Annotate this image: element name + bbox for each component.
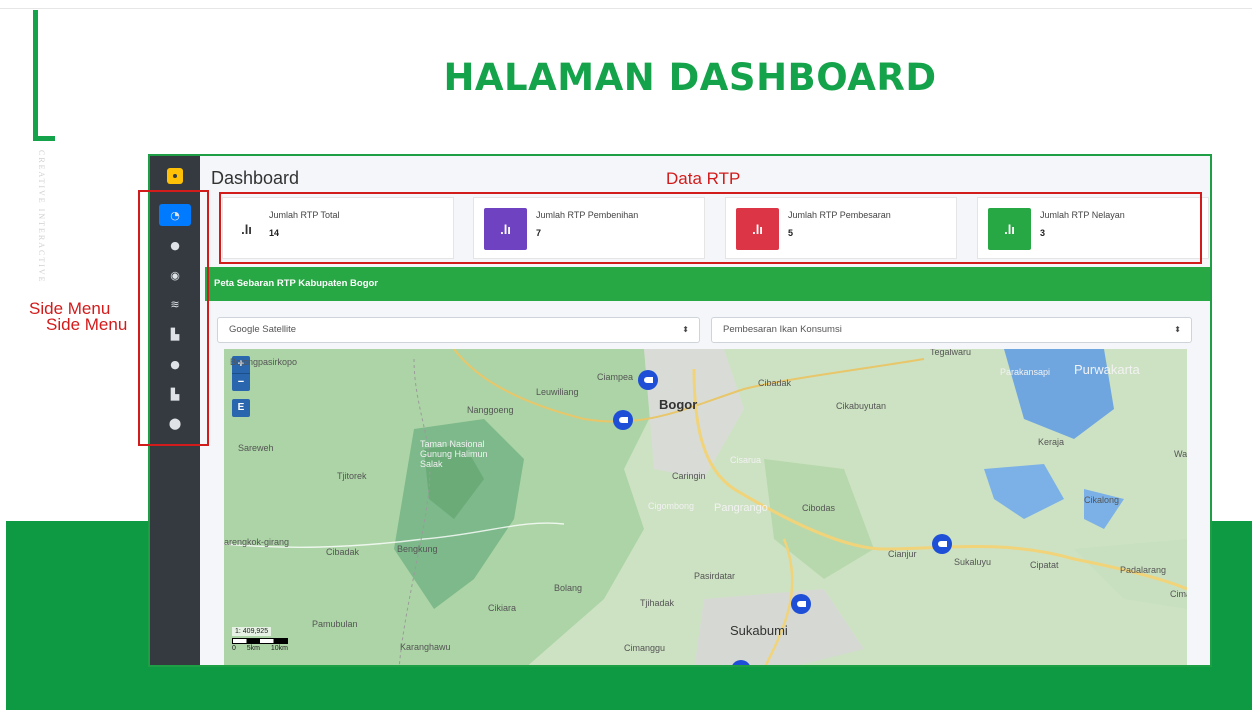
top-divider bbox=[0, 8, 1252, 9]
category-select[interactable]: Pembesaran Ikan Konsumsi ⬍ bbox=[711, 317, 1192, 343]
select-caret-icon: ⬍ bbox=[682, 325, 689, 334]
map-place-label: Pasirdatar bbox=[694, 571, 736, 581]
side-menu-highlight-box bbox=[138, 190, 209, 446]
basemap-select[interactable]: Google Satellite ⬍ bbox=[217, 317, 700, 343]
map-place-label: Cikabuyutan bbox=[836, 401, 887, 411]
map-place-label: Cisarua bbox=[730, 455, 762, 465]
map-place-label: Cima bbox=[1170, 589, 1187, 599]
map-terrain bbox=[224, 349, 1187, 665]
map-place-label: Nanggoeng bbox=[467, 405, 514, 415]
rtp-distribution-map[interactable]: + − E Bojongpasirkopo Leuwiliang Ciampea… bbox=[224, 349, 1187, 665]
map-place-label: Tjihadak bbox=[640, 598, 675, 608]
map-place-label: Bolang bbox=[554, 583, 583, 593]
map-place-label: Cibadak bbox=[758, 378, 792, 388]
basemap-select-value: Google Satellite bbox=[229, 324, 297, 335]
map-place-label: Parakansapi bbox=[1000, 367, 1051, 377]
map-place-label: arengkok-girang bbox=[224, 537, 290, 547]
scale-unit: 10km bbox=[270, 645, 288, 652]
vertical-watermark-text: CREATIVE INTERACTIVE bbox=[37, 150, 46, 284]
select-caret-icon: ⬍ bbox=[1174, 325, 1181, 334]
map-place-label: Bogor bbox=[659, 397, 698, 412]
map-place-label: Cimanggu bbox=[624, 643, 666, 653]
map-place-label: Cibadak bbox=[326, 547, 360, 557]
map-place-label: Padalarang bbox=[1120, 565, 1167, 575]
map-place-label: Cibodas bbox=[802, 503, 836, 513]
map-place-label: Cipatat bbox=[1030, 560, 1059, 570]
map-place-label: Wa bbox=[1174, 449, 1187, 459]
map-place-label: Bojongpasirkopo bbox=[230, 357, 298, 367]
map-place-label: Keraja bbox=[1038, 437, 1065, 447]
map-place-label: Sareweh bbox=[238, 443, 274, 453]
corner-bracket-horizontal bbox=[33, 136, 55, 141]
map-place-label: Purwakarta bbox=[1074, 362, 1140, 377]
map-place-label: Pamubulan bbox=[312, 619, 358, 629]
scale-unit: 5km bbox=[246, 645, 260, 652]
map-place-label: Taman Nasional Gunung Halimun Salak bbox=[420, 439, 488, 469]
map-place-label: Caringin bbox=[672, 471, 706, 481]
map-place-label: Tjitorek bbox=[337, 471, 367, 481]
rtp-location-marker[interactable] bbox=[932, 534, 952, 554]
slide-title: HALAMAN DASHBOARD bbox=[443, 56, 937, 99]
map-place-label: Sukaluyu bbox=[954, 557, 992, 567]
map-scale-ratio: 1: 409,925 bbox=[232, 627, 272, 636]
page-title: Dashboard bbox=[211, 168, 300, 188]
side-menu-annotation: Side Menu bbox=[46, 315, 128, 334]
scale-bar bbox=[232, 638, 288, 644]
map-place-label: Sukabumi bbox=[730, 623, 788, 638]
map-scale: 1: 409,925 0 5km 10km bbox=[232, 627, 288, 652]
map-place-label: Cikiara bbox=[488, 603, 517, 613]
map-place-label: Bengkung bbox=[397, 544, 438, 554]
map-place-label: Tegalwaru bbox=[930, 349, 972, 357]
map-section-header: Peta Sebaran RTP Kabupaten Bogor bbox=[205, 267, 1210, 301]
layer-toggle-button[interactable]: E bbox=[232, 399, 250, 417]
map-place-label: Cikalong bbox=[1084, 495, 1120, 505]
category-select-value: Pembesaran Ikan Konsumsi bbox=[723, 324, 842, 335]
data-rtp-highlight-box bbox=[219, 192, 1202, 264]
zoom-out-button[interactable]: − bbox=[232, 373, 250, 391]
map-place-label: Cianjur bbox=[888, 549, 917, 559]
app-logo[interactable] bbox=[167, 168, 183, 184]
map-place-label: Pangrango bbox=[714, 502, 768, 514]
data-rtp-annotation: Data RTP bbox=[666, 169, 741, 188]
scale-unit: 0 bbox=[232, 645, 236, 652]
rtp-location-marker[interactable] bbox=[791, 594, 811, 614]
map-place-label: Leuwiliang bbox=[536, 387, 579, 397]
map-place-label: Ciampea bbox=[597, 372, 634, 382]
rtp-location-marker[interactable] bbox=[638, 370, 658, 390]
map-place-label: Cigombong bbox=[648, 501, 695, 511]
rtp-location-marker[interactable] bbox=[613, 410, 633, 430]
map-place-label: Karanghawu bbox=[400, 642, 451, 652]
